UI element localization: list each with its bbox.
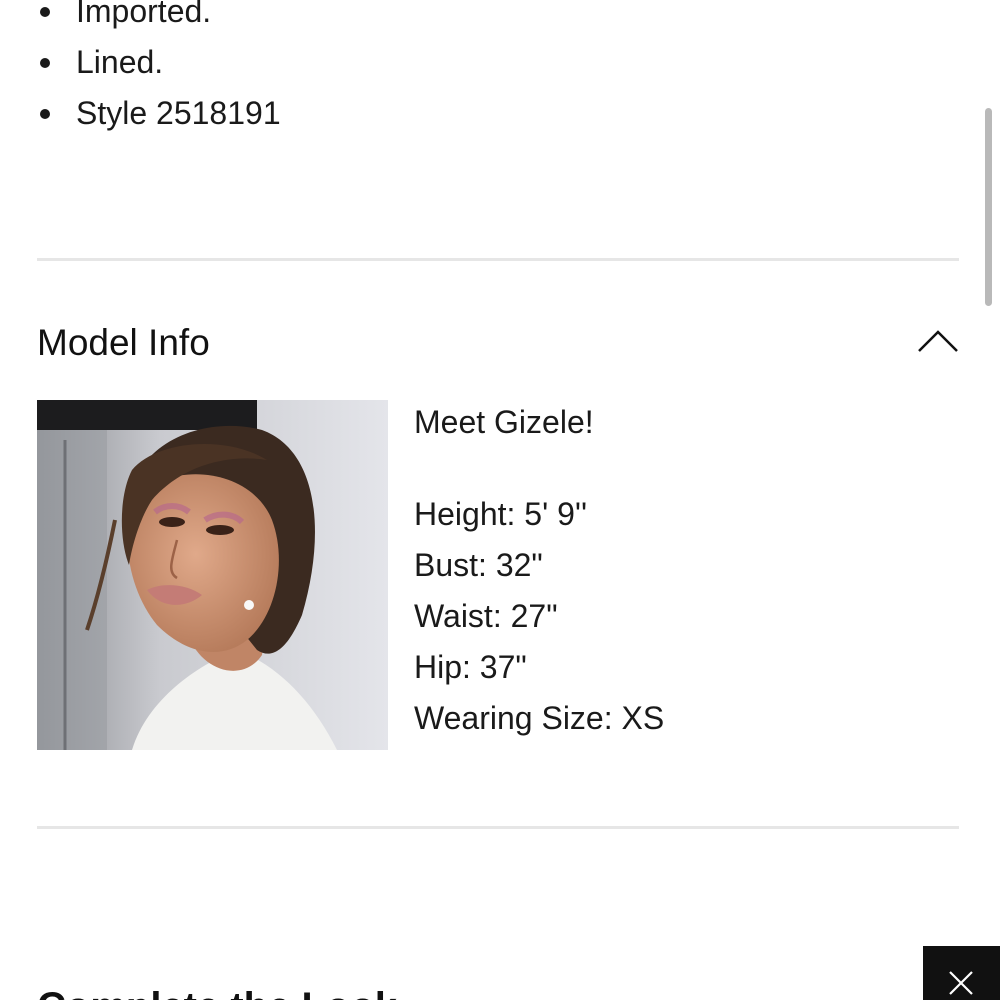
model-info-title: Model Info	[37, 322, 210, 363]
model-info-details: Meet Gizele! Height: 5' 9'' Bust: 32" Wa…	[414, 400, 664, 744]
model-info-accordion-toggle[interactable]: Model Info	[37, 318, 959, 368]
model-photo-illustration	[37, 400, 388, 750]
model-height: Height: 5' 9''	[414, 496, 588, 532]
section-divider	[37, 826, 959, 829]
complete-the-look-heading: Complete the Look	[37, 982, 397, 1000]
details-item-label: Lined.	[76, 44, 164, 80]
close-icon	[949, 971, 973, 995]
model-waist: Waist: 27"	[414, 598, 558, 634]
details-item-style: Style 2518191	[38, 88, 281, 139]
bullet-icon	[40, 58, 50, 68]
model-wearing-size: Wearing Size: XS	[414, 700, 665, 736]
bullet-icon	[40, 7, 50, 17]
scrollbar-thumb[interactable]	[985, 108, 992, 306]
bullet-icon	[40, 109, 50, 119]
details-item-label: Imported.	[76, 0, 212, 29]
details-item-lined: Lined.	[38, 37, 281, 88]
details-item-imported: Imported.	[38, 0, 281, 37]
details-item-label: Style 2518191	[76, 95, 281, 131]
model-photo	[37, 400, 388, 750]
section-divider	[37, 258, 959, 261]
model-hip: Hip: 37"	[414, 649, 527, 685]
chevron-up-icon[interactable]	[917, 328, 959, 354]
model-bust: Bust: 32"	[414, 547, 543, 583]
close-button[interactable]	[923, 946, 1000, 1000]
model-intro: Meet Gizele!	[414, 404, 594, 440]
product-details-list: Imported. Lined. Style 2518191	[38, 0, 281, 139]
